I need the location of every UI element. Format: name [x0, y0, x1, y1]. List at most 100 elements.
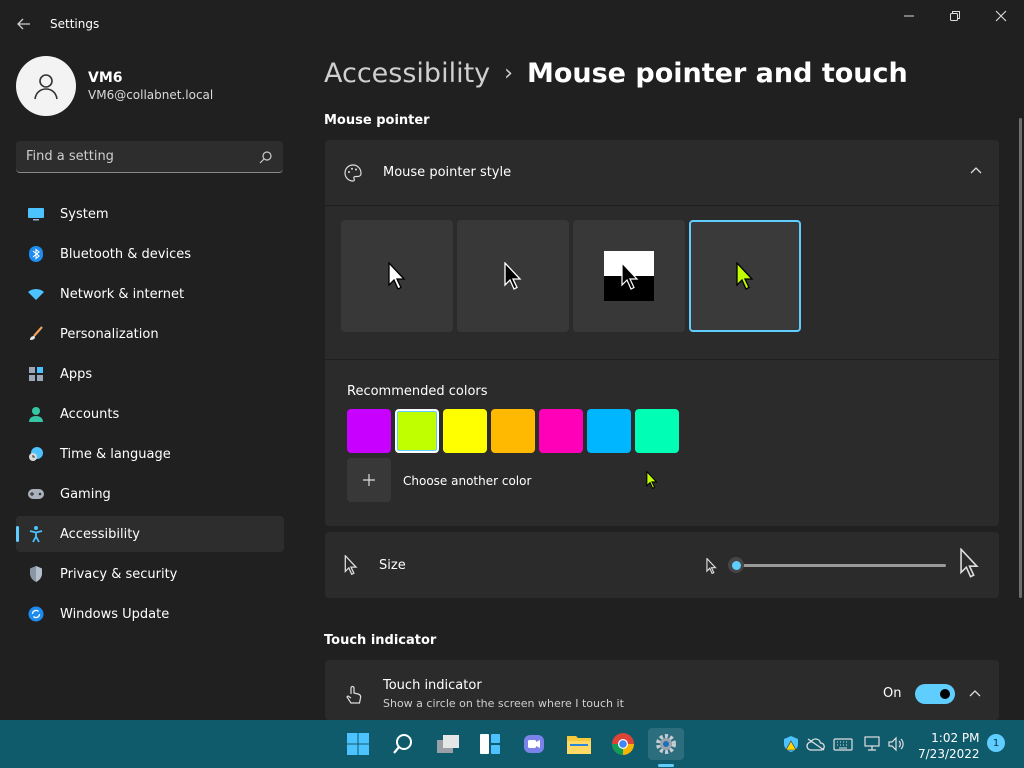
gear-icon — [656, 734, 676, 754]
sidebar-item-label: Gaming — [60, 486, 111, 502]
taskbar-search-button[interactable] — [385, 728, 421, 760]
security-warning-tray-icon[interactable] — [781, 734, 801, 754]
search-icon[interactable] — [259, 150, 273, 164]
accessibility-icon — [26, 524, 46, 544]
arrow-left-icon — [17, 18, 30, 30]
sidebar-item-label: Time & language — [60, 446, 171, 462]
color-swatch-0[interactable] — [347, 409, 391, 453]
taskbar-clock[interactable]: 1:02 PM 7/23/2022 — [918, 730, 980, 762]
sidebar-item-bluetooth[interactable]: Bluetooth & devices — [16, 236, 284, 272]
cloud-icon — [806, 738, 825, 751]
back-button[interactable] — [10, 10, 38, 38]
sidebar-item-apps[interactable]: Apps — [16, 356, 284, 392]
volume-tray-icon[interactable] — [887, 734, 907, 754]
user-profile[interactable]: VM6 VM6@collabnet.local — [16, 56, 213, 116]
notification-badge[interactable]: 1 — [987, 734, 1005, 752]
mouse-pointer-style-header[interactable]: Mouse pointer style — [325, 140, 999, 206]
chevron-up-icon[interactable] — [968, 687, 982, 701]
widgets-icon — [480, 734, 500, 754]
color-swatch-1[interactable] — [395, 409, 439, 453]
color-swatch-6[interactable] — [635, 409, 679, 453]
settings-taskbar-button[interactable] — [648, 728, 684, 760]
sidebar-item-accounts[interactable]: Accounts — [16, 396, 284, 432]
clock-date: 7/23/2022 — [918, 747, 980, 761]
large-cursor-icon — [960, 548, 979, 578]
sidebar-item-gaming[interactable]: Gaming — [16, 476, 284, 512]
sidebar-item-windows-update[interactable]: Windows Update — [16, 596, 284, 632]
close-icon — [995, 10, 1007, 22]
chevron-up-icon[interactable] — [969, 164, 983, 178]
minimize-button[interactable] — [886, 0, 932, 32]
plus-icon — [363, 474, 375, 486]
color-swatch-5[interactable] — [587, 409, 631, 453]
search-icon — [393, 734, 412, 754]
network-tray-icon[interactable] — [862, 734, 882, 754]
section-title-touch-indicator: Touch indicator — [324, 633, 437, 648]
windows-logo-icon — [347, 733, 369, 755]
sync-icon — [26, 604, 46, 624]
speaker-icon — [888, 736, 904, 752]
color-swatch-2[interactable] — [443, 409, 487, 453]
sidebar-item-personalization[interactable]: Personalization — [16, 316, 284, 352]
breadcrumb: Accessibility › Mouse pointer and touch — [324, 58, 908, 89]
pointer-style-black[interactable] — [457, 220, 569, 332]
profile-name: VM6 — [88, 70, 123, 86]
touch-indicator-toggle[interactable] — [915, 684, 955, 704]
brush-icon — [26, 324, 46, 344]
chrome-button[interactable] — [605, 728, 641, 760]
size-label: Size — [379, 557, 406, 573]
choose-color-button[interactable] — [347, 458, 391, 502]
toggle-state-label: On — [883, 686, 902, 701]
sidebar-item-label: Bluetooth & devices — [60, 246, 191, 262]
task-view-button[interactable] — [430, 728, 466, 760]
app-title: Settings — [50, 17, 100, 31]
touch-indicator-description: Show a circle on the screen where I touc… — [383, 697, 624, 710]
apps-icon — [26, 364, 46, 384]
active-app-indicator — [658, 764, 674, 767]
person-icon — [26, 404, 46, 424]
sidebar-item-label: Personalization — [60, 326, 159, 342]
sidebar-item-network[interactable]: Network & internet — [16, 276, 284, 312]
profile-email: VM6@collabnet.local — [88, 88, 214, 102]
mouse-pointer-style-card: Mouse pointer style Recommended colors C… — [325, 140, 999, 526]
breadcrumb-separator: › — [504, 61, 513, 86]
color-swatch-3[interactable] — [491, 409, 535, 453]
white-cursor-icon — [388, 262, 406, 290]
chat-icon — [524, 735, 544, 753]
scrollbar[interactable] — [1019, 118, 1022, 598]
keyboard-tray-icon[interactable] — [833, 734, 853, 754]
choose-color-label[interactable]: Choose another color — [403, 474, 531, 488]
size-slider-track[interactable] — [736, 564, 946, 567]
pointer-style-custom[interactable] — [689, 220, 801, 332]
search-input[interactable] — [26, 149, 259, 164]
page-title: Mouse pointer and touch — [526, 58, 908, 89]
sidebar-item-label: Network & internet — [60, 286, 185, 302]
mouse-cursor-icon — [646, 471, 658, 489]
sidebar-item-time-language[interactable]: Time & language — [16, 436, 284, 472]
widgets-button[interactable] — [472, 728, 508, 760]
sidebar-item-label: Privacy & security — [60, 566, 178, 582]
sidebar-item-privacy[interactable]: Privacy & security — [16, 556, 284, 592]
sidebar-item-label: System — [60, 206, 109, 222]
onedrive-tray-icon[interactable] — [806, 734, 826, 754]
black-cursor-icon — [504, 262, 522, 290]
sidebar-item-system[interactable]: System — [16, 196, 284, 232]
file-explorer-button[interactable] — [561, 728, 597, 760]
sidebar-item-label: Apps — [60, 366, 93, 382]
pointer-style-inverted[interactable] — [573, 220, 685, 332]
close-button[interactable] — [978, 0, 1024, 32]
size-slider-thumb[interactable] — [728, 557, 744, 573]
avatar — [16, 56, 76, 116]
sidebar-item-accessibility[interactable]: Accessibility — [16, 516, 284, 552]
task-view-icon — [437, 735, 459, 753]
breadcrumb-parent[interactable]: Accessibility — [324, 58, 490, 89]
restore-button[interactable] — [932, 0, 978, 32]
pointer-style-white[interactable] — [341, 220, 453, 332]
sidebar-nav: System Bluetooth & devices Network & int… — [16, 196, 284, 636]
search-box[interactable] — [16, 141, 283, 173]
color-swatch-4[interactable] — [539, 409, 583, 453]
start-button[interactable] — [340, 728, 376, 760]
chat-button[interactable] — [516, 728, 552, 760]
chrome-icon — [612, 733, 634, 755]
touch-indicator-card: Touch indicator Show a circle on the scr… — [325, 660, 999, 720]
